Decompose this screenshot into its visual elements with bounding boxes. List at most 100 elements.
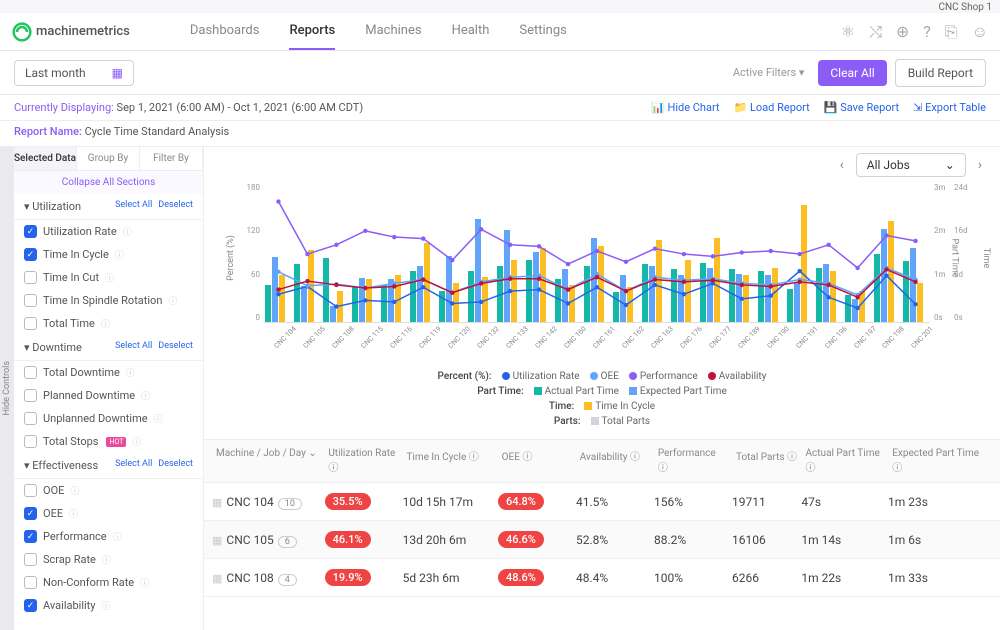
col-total-parts[interactable]: Total Parts ⓘ <box>732 446 802 476</box>
col-expected-pt[interactable]: Expected Part Time ⓘ <box>888 446 992 476</box>
col-performance[interactable]: Performance ⓘ <box>654 446 732 476</box>
bar-group[interactable] <box>555 269 581 322</box>
checkbox-total-downtime[interactable] <box>24 366 37 379</box>
select-all-link[interactable]: Select All <box>115 200 152 213</box>
info-icon[interactable]: ⓘ <box>101 317 110 330</box>
col-actual-pt[interactable]: Actual Part Time ⓘ <box>802 446 889 476</box>
shuffle-icon[interactable]: ⤭ <box>869 22 882 42</box>
info-icon[interactable]: ⓘ <box>113 530 122 543</box>
bar-group[interactable] <box>526 248 552 322</box>
bar-group[interactable] <box>845 291 871 322</box>
build-report-button[interactable]: Build Report <box>895 59 986 87</box>
user-icon[interactable]: ☺ <box>972 22 988 42</box>
job-selector[interactable]: All Jobs⌄ <box>856 153 966 177</box>
bar-group[interactable] <box>410 243 436 322</box>
info-icon[interactable]: ⓘ <box>168 294 177 307</box>
logo[interactable]: machinemetrics <box>12 22 130 42</box>
bar-group[interactable] <box>613 275 639 322</box>
lock-icon[interactable]: ⎘ <box>945 22 958 42</box>
bar-group[interactable] <box>874 221 900 322</box>
checkbox-availability[interactable]: ✓ <box>24 599 37 612</box>
info-icon[interactable]: ⓘ <box>154 412 163 425</box>
legend-item[interactable]: Expected Part Time <box>629 386 727 397</box>
collapse-all-link[interactable]: Collapse All Sections <box>14 171 203 194</box>
next-button[interactable]: › <box>974 157 986 173</box>
nav-health[interactable]: Health <box>452 13 490 50</box>
bar-group[interactable] <box>700 238 726 322</box>
tab-selected-data[interactable]: Selected Data <box>14 147 77 170</box>
info-icon[interactable]: ⓘ <box>70 484 79 497</box>
hide-controls-tab[interactable]: Hide Controls <box>0 147 14 630</box>
bar-group[interactable] <box>584 238 610 322</box>
prev-button[interactable]: ‹ <box>836 157 848 173</box>
section-utilization[interactable]: ▾ Utilization Select AllDeselect <box>14 194 203 220</box>
hide-chart-link[interactable]: 📊 Hide Chart <box>651 101 720 114</box>
bar-group[interactable] <box>671 260 697 322</box>
bar-group[interactable] <box>381 275 407 322</box>
table-row[interactable]: ▦CNC 1056 46.1% 13d 20h 6m 46.6% 52.8% 8… <box>204 521 1000 559</box>
info-icon[interactable]: ⓘ <box>140 576 149 589</box>
active-filters-toggle[interactable]: Active Filters ▾ <box>733 66 805 79</box>
checkbox-time-spindle[interactable] <box>24 294 37 307</box>
table-row[interactable]: ▦CNC 1084 19.9% 5d 23h 6m 48.6% 48.4% 10… <box>204 559 1000 597</box>
table-row[interactable]: ▦CNC 10410 35.5% 10d 15h 17m 64.8% 41.5%… <box>204 483 1000 521</box>
nav-dashboards[interactable]: Dashboards <box>190 13 260 50</box>
checkbox-total-time[interactable] <box>24 317 37 330</box>
checkbox-planned-downtime[interactable] <box>24 389 37 402</box>
col-utilization[interactable]: Utilization Rate ⓘ <box>324 446 402 476</box>
checkbox-nonconform[interactable] <box>24 576 37 589</box>
bar-group[interactable] <box>323 258 349 322</box>
bar-group[interactable] <box>758 268 784 322</box>
checkbox-total-stops[interactable] <box>24 435 37 448</box>
info-icon[interactable]: ⓘ <box>69 507 78 520</box>
atom-icon[interactable]: ⚛ <box>841 22 855 42</box>
checkbox-utilization-rate[interactable]: ✓ <box>24 225 37 238</box>
bar-group[interactable] <box>294 250 320 322</box>
legend-item[interactable]: Time In Cycle <box>584 401 655 412</box>
nav-machines[interactable]: Machines <box>365 13 421 50</box>
info-icon[interactable]: ⓘ <box>102 553 111 566</box>
checkbox-ooe[interactable] <box>24 484 37 497</box>
nav-settings[interactable]: Settings <box>519 13 566 50</box>
bar-group[interactable] <box>787 205 813 322</box>
checkbox-unplanned-downtime[interactable] <box>24 412 37 425</box>
legend-item[interactable]: OEE <box>590 371 619 382</box>
tab-filter-by[interactable]: Filter By <box>140 147 203 170</box>
info-icon[interactable]: ⓘ <box>101 599 110 612</box>
bar-group[interactable] <box>468 219 494 322</box>
help-icon[interactable]: ? <box>923 22 931 42</box>
legend-item[interactable]: Actual Part Time <box>534 386 619 397</box>
col-oee[interactable]: OEE ⓘ <box>498 446 576 476</box>
legend-item[interactable]: Total Parts <box>591 416 651 427</box>
save-report-link[interactable]: 💾 Save Report <box>824 101 899 114</box>
legend-item[interactable]: Performance <box>629 371 698 382</box>
info-icon[interactable]: ⓘ <box>105 271 114 284</box>
deselect-link[interactable]: Deselect <box>158 200 193 213</box>
info-icon[interactable]: ⓘ <box>115 248 124 261</box>
checkbox-time-in-cycle[interactable]: ✓ <box>24 248 37 261</box>
col-time-in-cycle[interactable]: Time In Cycle ⓘ <box>402 446 497 476</box>
legend-item[interactable]: Utilization Rate <box>502 371 580 382</box>
section-effectiveness[interactable]: ▾ Effectiveness Select AllDeselect <box>14 453 203 479</box>
tab-group-by[interactable]: Group By <box>77 147 140 170</box>
info-icon[interactable]: ⓘ <box>132 435 141 448</box>
legend-item[interactable]: Availability <box>708 371 767 382</box>
section-downtime[interactable]: ▾ Downtime Select AllDeselect <box>14 335 203 361</box>
info-icon[interactable]: ⓘ <box>126 366 135 379</box>
globe-icon[interactable]: ⊕ <box>896 22 909 42</box>
clear-all-button[interactable]: Clear All <box>818 60 886 86</box>
checkbox-oee[interactable]: ✓ <box>24 507 37 520</box>
date-range-picker[interactable]: Last month ▦ <box>14 60 134 86</box>
info-icon[interactable]: ⓘ <box>123 225 132 238</box>
checkbox-performance[interactable]: ✓ <box>24 530 37 543</box>
col-availability[interactable]: Availability ⓘ <box>576 446 654 476</box>
nav-reports[interactable]: Reports <box>289 13 335 50</box>
checkbox-scrap-rate[interactable] <box>24 553 37 566</box>
bar-group[interactable] <box>642 240 668 322</box>
bar-group[interactable] <box>352 278 378 322</box>
load-report-link[interactable]: 📁 Load Report <box>734 101 810 114</box>
bar-group[interactable] <box>729 269 755 322</box>
info-icon[interactable]: ⓘ <box>141 389 150 402</box>
export-table-link[interactable]: ⇲ Export Table <box>913 101 986 114</box>
col-machine[interactable]: Machine / Job / Day ⌄ <box>212 446 324 476</box>
